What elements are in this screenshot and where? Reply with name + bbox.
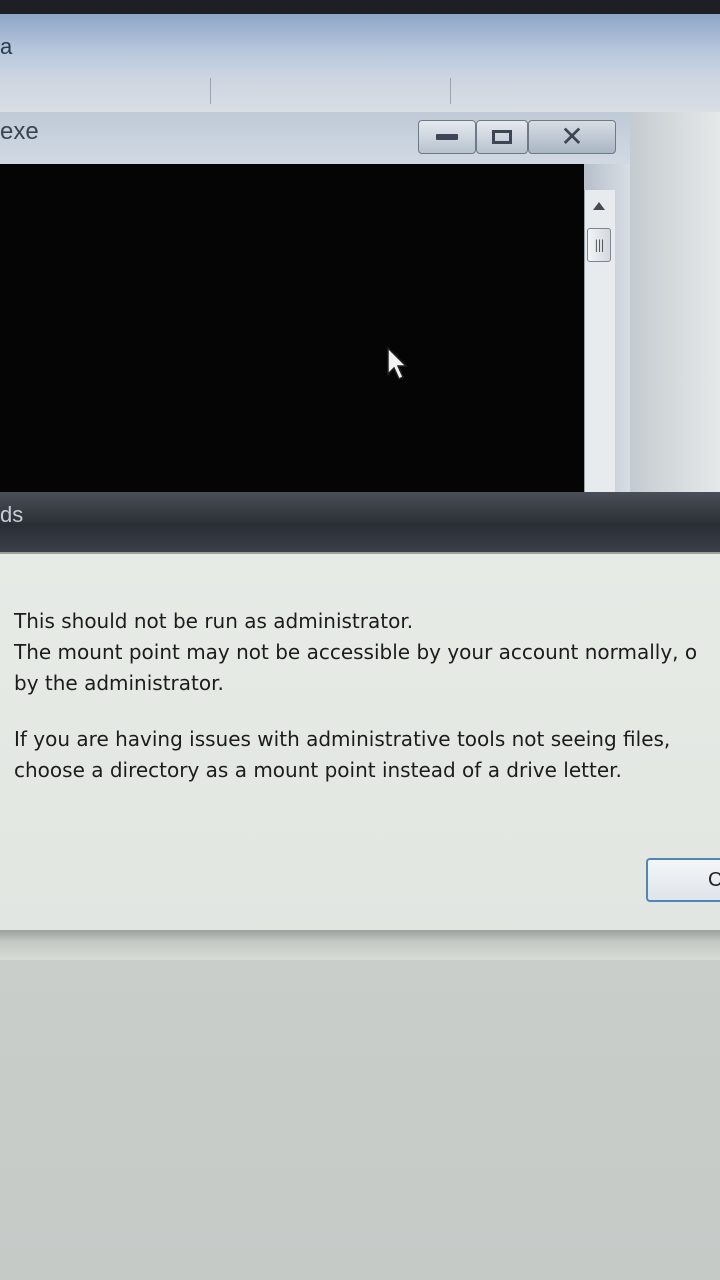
scroll-thumb[interactable]: ||| [587,228,611,262]
dialog-title: ds [0,502,24,527]
console-window: exe ✕ [0,112,630,502]
close-icon: ✕ [560,120,584,153]
dialog-titlebar[interactable]: ds [0,492,720,552]
dialog-message-secondary: If you are having issues with administra… [14,724,720,786]
message-line: choose a directory as a mount point inst… [14,758,622,782]
console-window-title: exe [0,118,39,145]
dialog-message: This should not be run as administrator.… [14,606,720,699]
scroll-up-arrow-icon[interactable] [593,202,605,210]
background-window-panel [630,112,720,502]
message-line: by the administrator. [14,671,224,695]
minimize-icon [436,134,458,140]
background-window-title: a [0,34,13,59]
toolbar-separator [450,78,451,104]
maximize-button[interactable] [476,120,528,154]
toolbar-separator [210,78,211,104]
dialog-bottom-edge [0,930,720,960]
maximize-icon [492,130,512,144]
background-window-toolbar [0,70,720,113]
message-line: If you are having issues with administra… [14,727,671,751]
console-titlebar[interactable]: exe ✕ [0,112,630,170]
mouse-cursor-icon [387,346,408,381]
background-window-titlebar: a [0,14,720,70]
console-output-area[interactable] [0,164,584,502]
taskbar-strip [0,0,720,14]
console-scrollbar[interactable]: ||| [584,190,615,502]
message-line: The mount point may not be accessible by… [14,640,698,664]
warning-dialog: This should not be run as administrator.… [0,552,720,946]
message-line: This should not be run as administrator. [14,609,414,633]
close-button[interactable]: ✕ [528,120,616,154]
minimize-button[interactable] [418,120,476,154]
ok-button[interactable]: C [646,858,720,902]
